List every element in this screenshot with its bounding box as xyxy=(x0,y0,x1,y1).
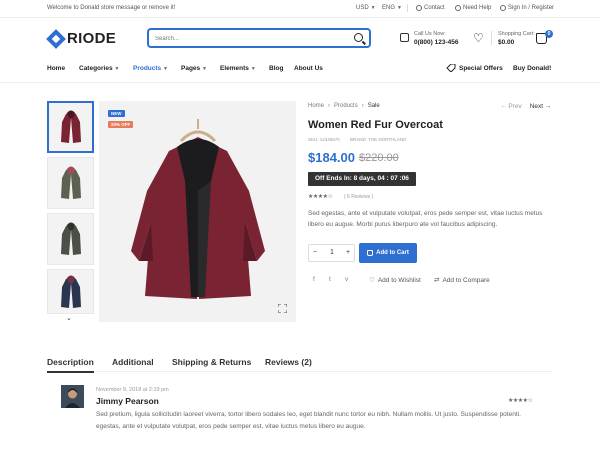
expand-icon[interactable] xyxy=(278,304,287,313)
cart-count-badge: 0 xyxy=(545,30,553,38)
call-label: Call Us Now: xyxy=(414,31,446,37)
chevron-down-icon[interactable]: ⌄ xyxy=(66,314,72,322)
main-product-image xyxy=(99,101,296,322)
logo-icon xyxy=(46,28,66,49)
contact-link[interactable]: Contact xyxy=(416,5,445,11)
add-to-wishlist-link[interactable]: ♡ Add to Wishlist xyxy=(369,276,421,285)
logo[interactable]: RIODE xyxy=(46,28,116,49)
nav-home[interactable]: Home xyxy=(47,65,65,72)
thumbnail-2[interactable] xyxy=(47,157,94,209)
product-description: Sed egestas, ante et vulputate volutpat,… xyxy=(308,210,543,228)
product-price: $184.00 xyxy=(308,150,355,165)
signin-link[interactable]: Sign In / Register xyxy=(500,5,554,11)
cart-icon xyxy=(367,250,374,256)
thumbnail-3[interactable] xyxy=(47,213,94,265)
coat-image xyxy=(131,119,265,299)
review-rating-stars: ★★★★☆ xyxy=(508,398,533,404)
twitter-icon[interactable]: t xyxy=(329,276,331,283)
product-title: Women Red Fur Overcoat xyxy=(308,119,443,131)
quantity-stepper: − 1 + xyxy=(308,244,355,262)
qty-minus-button[interactable]: − xyxy=(313,249,317,256)
nav-blog[interactable]: Blog xyxy=(269,65,283,72)
coat-thumbnail-image xyxy=(60,166,81,199)
tab-additional[interactable]: Additional xyxy=(112,357,154,367)
product-tabs: Description Additional Shipping & Return… xyxy=(47,354,552,373)
new-badge: NEW xyxy=(108,110,125,117)
chevron-down-icon: ▼ xyxy=(201,66,207,72)
language-select[interactable]: ENG ▼ xyxy=(382,5,402,11)
heart-icon[interactable]: ♡ xyxy=(473,32,484,44)
info-icon xyxy=(455,5,461,11)
buy-link[interactable]: Buy Donald! xyxy=(513,65,551,72)
phone-icon xyxy=(400,33,409,42)
breadcrumb-current: Sale xyxy=(367,103,380,109)
reviewer-photo xyxy=(61,385,84,408)
nav-products[interactable]: Products ▼ xyxy=(133,65,168,72)
search-box xyxy=(147,28,371,48)
top-bar: Welcome to Donald store message or remov… xyxy=(0,0,600,18)
chevron-down-icon: ▼ xyxy=(397,5,402,11)
tab-shipping[interactable]: Shipping & Returns xyxy=(172,357,251,367)
product-old-price: $220.00 xyxy=(359,152,399,164)
cart-label: Shopping Cart: xyxy=(498,31,535,37)
welcome-message: Welcome to Donald store message or remov… xyxy=(47,5,176,11)
search-input[interactable] xyxy=(155,33,345,44)
add-to-compare-link[interactable]: ⇄ Add to Compare xyxy=(434,276,490,285)
divider xyxy=(407,4,408,12)
main-nav: Home Categories ▼ Products ▼ Pages ▼ Ele… xyxy=(0,56,600,83)
product-brand: BRAND: THE NORTHLAND xyxy=(350,137,407,142)
add-to-cart-button[interactable]: Add to Cart xyxy=(359,243,417,263)
thumbnail-4[interactable] xyxy=(47,269,94,314)
rating-stars: ★★★★☆ xyxy=(308,194,333,200)
compare-icon: ⇄ xyxy=(434,277,440,284)
breadcrumb-home[interactable]: Home xyxy=(308,103,324,109)
coat-thumbnail-image xyxy=(60,110,81,143)
reviews-count-link[interactable]: ( 6 Reviews ) xyxy=(344,194,373,200)
divider xyxy=(491,31,492,45)
facebook-icon[interactable]: f xyxy=(313,276,315,283)
currency-select[interactable]: USD ▼ xyxy=(356,5,376,11)
search-icon[interactable] xyxy=(354,33,363,42)
countdown-timer: Off Ends In: 8 days, 04 : 07 :06 xyxy=(308,172,416,186)
breadcrumb-separator: › xyxy=(328,103,331,109)
reviewer-name: Jimmy Pearson xyxy=(96,396,159,406)
breadcrumb-separator: › xyxy=(361,103,364,109)
thumbnail-1[interactable] xyxy=(47,101,94,153)
chevron-down-icon: ▼ xyxy=(114,66,120,72)
chevron-down-icon: ▼ xyxy=(162,66,168,72)
nav-elements[interactable]: Elements ▼ xyxy=(220,65,256,72)
product-sku: SKU: 12345670 xyxy=(308,137,340,142)
location-icon xyxy=(416,5,422,11)
user-icon xyxy=(500,5,506,11)
heart-icon: ♡ xyxy=(369,277,375,284)
review-text: Sed pretium, ligula sollicitudin laoreet… xyxy=(96,411,521,430)
sale-badge: 20% OFF xyxy=(108,121,134,128)
qty-plus-button[interactable]: + xyxy=(346,249,350,256)
chevron-down-icon: ▼ xyxy=(370,5,376,11)
tab-reviews[interactable]: Reviews (2) xyxy=(265,357,312,367)
vimeo-icon[interactable]: v xyxy=(345,276,348,283)
avatar xyxy=(61,385,84,408)
review-date: November 9, 2018 at 2:19 pm xyxy=(96,387,169,393)
cart-total: $0.00 xyxy=(498,39,515,46)
nav-pages[interactable]: Pages ▼ xyxy=(181,65,207,72)
breadcrumb: Home › Products › Sale xyxy=(308,103,380,109)
next-link[interactable]: Next → xyxy=(530,103,552,110)
help-link[interactable]: Need Help xyxy=(455,5,491,11)
tag-icon xyxy=(446,64,456,72)
coat-thumbnail-image xyxy=(60,222,81,255)
qty-input[interactable]: 1 xyxy=(330,249,334,256)
tab-description[interactable]: Description xyxy=(47,357,94,373)
prev-link[interactable]: ← Prev xyxy=(500,103,522,110)
breadcrumb-products[interactable]: Products xyxy=(334,103,358,109)
product-pager: ← Prev Next → xyxy=(500,103,551,110)
special-offers-link[interactable]: Special Offers xyxy=(459,65,503,72)
chevron-down-icon: ▼ xyxy=(250,66,256,72)
nav-categories[interactable]: Categories ▼ xyxy=(79,65,119,72)
nav-about[interactable]: About Us xyxy=(294,65,323,72)
call-number[interactable]: 0(800) 123-456 xyxy=(414,39,458,46)
coat-thumbnail-image xyxy=(60,275,81,308)
